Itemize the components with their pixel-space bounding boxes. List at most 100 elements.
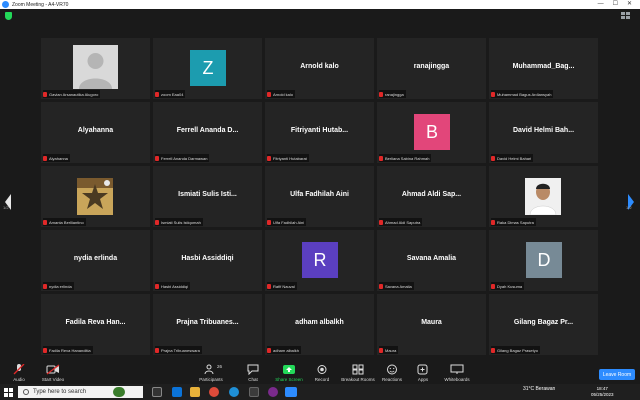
participant-tile[interactable]: nydia erlinda nydia erlinda bbox=[41, 230, 150, 291]
page-indicator-left: 1/2 bbox=[3, 205, 9, 210]
mic-muted-icon bbox=[155, 155, 159, 161]
window-controls: — ☐ ✕ bbox=[598, 0, 632, 9]
participant-label: adham albalkh bbox=[267, 346, 302, 354]
app-icon[interactable] bbox=[249, 387, 259, 397]
participant-tile[interactable]: Ulfa Fadhilah Aini Ulfa Fadhilah Aini bbox=[265, 166, 374, 227]
zoom-meeting-window: Zoom Meeting - A4-VR70 — ☐ ✕ 1/2 1/2 Gav… bbox=[0, 0, 640, 400]
participant-tile[interactable]: Fadila Reva Han... Fadila Reva Hananditi… bbox=[41, 294, 150, 355]
mic-muted-icon bbox=[43, 283, 47, 289]
minimize-button[interactable]: — bbox=[598, 0, 604, 9]
participants-button[interactable]: 26 Participants bbox=[189, 364, 233, 382]
participant-tile[interactable]: Amanta Berlliantino bbox=[41, 166, 150, 227]
participant-name: Arnold kalo bbox=[300, 63, 339, 70]
participant-tile[interactable]: Z zoom Eaa04 bbox=[153, 38, 262, 99]
chat-label: Chat bbox=[248, 377, 258, 382]
chrome-icon[interactable] bbox=[209, 387, 219, 397]
participant-label: Dyah Kusuma bbox=[491, 282, 525, 290]
participant-grid: Gavian Arsanautika Alugoro Z zoom Eaa04 … bbox=[41, 38, 599, 356]
participant-tile[interactable]: Ismiati Sulis Isti... Ismiati Sulis Isti… bbox=[153, 166, 262, 227]
mic-muted-icon bbox=[491, 283, 495, 289]
leave-room-button[interactable]: Leave Room bbox=[599, 369, 635, 380]
participant-tile[interactable]: Muhammad_Bag... Muhammad Bagus Ardiansya… bbox=[489, 38, 598, 99]
mic-muted-icon bbox=[379, 283, 383, 289]
participant-tile[interactable]: Alyahanna Alyahanna bbox=[41, 102, 150, 163]
chevron-right-icon[interactable] bbox=[626, 190, 636, 214]
participant-tile[interactable]: Savana Amalia Savana Amalia bbox=[377, 230, 486, 291]
mic-muted-icon bbox=[379, 219, 383, 225]
windows-taskbar: Type here to search 31°C Berawan 18:47 0… bbox=[0, 384, 640, 400]
participant-tile[interactable]: Maura Maura bbox=[377, 294, 486, 355]
participant-tile[interactable]: adham albalkh adham albalkh bbox=[265, 294, 374, 355]
participant-name: David Helmi Bah... bbox=[512, 127, 575, 134]
participant-name: Muhammad_Bag... bbox=[512, 63, 575, 70]
participant-tile[interactable]: Prajna Tribuanes... Prajna Tribuaneswara bbox=[153, 294, 262, 355]
start-video-button[interactable]: Start Video bbox=[31, 364, 75, 382]
participant-label: David Helmi Bahari bbox=[491, 154, 534, 162]
windows-start-icon[interactable] bbox=[4, 388, 13, 397]
mic-muted-icon bbox=[491, 219, 495, 225]
participant-tile[interactable]: R Rafif Nauval bbox=[265, 230, 374, 291]
participant-name: Alyahanna bbox=[77, 127, 114, 134]
participant-name: Ismiati Sulis Isti... bbox=[178, 191, 237, 198]
participant-label: zoom Eaa04 bbox=[155, 90, 186, 98]
participant-label: Ulfa Fadhilah Aini bbox=[267, 218, 307, 226]
mic-muted-icon bbox=[267, 91, 271, 97]
share-screen-label: Share Screen bbox=[275, 377, 303, 382]
mic-muted-icon bbox=[267, 219, 271, 225]
participant-tile[interactable]: Ahmad Aldi Sap... Ahmad Aldi Saputra bbox=[377, 166, 486, 227]
participant-tile[interactable]: David Helmi Bah... David Helmi Bahari bbox=[489, 102, 598, 163]
teams-app-icon[interactable] bbox=[172, 387, 182, 397]
participant-tile[interactable]: ranajingga ranajingga bbox=[377, 38, 486, 99]
mic-muted-icon bbox=[267, 283, 271, 289]
whiteboards-label: Whiteboards bbox=[444, 377, 470, 382]
file-explorer-icon[interactable] bbox=[190, 387, 200, 397]
reactions-icon bbox=[387, 364, 397, 375]
participant-tile[interactable]: Arnold kalo Arnold kalo bbox=[265, 38, 374, 99]
mic-muted-icon bbox=[155, 219, 159, 225]
participant-label: Alyahanna bbox=[43, 154, 70, 162]
participant-label: nydia erlinda bbox=[43, 282, 74, 290]
participant-label: Muhammad Bagus Ardiansyah bbox=[491, 90, 554, 98]
participant-tile[interactable]: B Berliana Sabina Rahmah bbox=[377, 102, 486, 163]
system-clock[interactable]: 18:47 05/25/2023 bbox=[591, 386, 614, 398]
participant-label: Amanta Berlliantino bbox=[43, 218, 86, 226]
participant-tile[interactable]: Raka Dimas Saputra bbox=[489, 166, 598, 227]
weather-status[interactable]: 31°C Berawan bbox=[523, 386, 555, 392]
chevron-left-icon[interactable] bbox=[3, 190, 13, 214]
zoom-taskbar-icon[interactable] bbox=[285, 387, 297, 397]
task-view-icon[interactable] bbox=[152, 387, 162, 397]
view-grid-icon[interactable] bbox=[620, 11, 632, 20]
participant-tile[interactable]: Ferrell Ananda D... Ferrell Ananda Darma… bbox=[153, 102, 262, 163]
mic-muted-icon bbox=[43, 347, 47, 353]
participant-label: Savana Amalia bbox=[379, 282, 414, 290]
whiteboards-button[interactable]: Whiteboards bbox=[435, 364, 479, 382]
participant-label: Prajna Tribuaneswara bbox=[155, 346, 202, 354]
chat-icon bbox=[247, 364, 259, 375]
participants-count: 26 bbox=[217, 364, 223, 369]
weather-widget-icon[interactable] bbox=[113, 387, 125, 397]
participant-name: Ferrell Ananda D... bbox=[176, 127, 239, 134]
mic-muted-icon bbox=[155, 91, 159, 97]
mic-muted-icon bbox=[379, 347, 383, 353]
title-bar: Zoom Meeting - A4-VR70 — ☐ ✕ bbox=[0, 0, 640, 9]
participant-tile[interactable]: D Dyah Kusuma bbox=[489, 230, 598, 291]
participant-tile[interactable]: Hasbi Assiddiqi Hasbi Assiddiqi bbox=[153, 230, 262, 291]
person-photo-avatar bbox=[525, 178, 561, 215]
participant-label: Fadila Reva Hananditia bbox=[43, 346, 93, 354]
edge-icon[interactable] bbox=[229, 387, 239, 397]
shield-icon[interactable] bbox=[5, 12, 12, 20]
participant-name: Ahmad Aldi Sap... bbox=[401, 191, 462, 198]
page-indicator-right: 1/2 bbox=[626, 205, 632, 210]
avatar: D bbox=[526, 242, 562, 278]
star-photo-avatar bbox=[77, 178, 113, 215]
start-video-label: Start Video bbox=[41, 377, 65, 382]
app-icon[interactable] bbox=[268, 387, 278, 397]
participant-name: Savana Amalia bbox=[406, 255, 457, 262]
mic-muted-icon bbox=[379, 91, 383, 97]
maximize-button[interactable]: ☐ bbox=[613, 0, 618, 9]
close-button[interactable]: ✕ bbox=[627, 0, 632, 9]
participant-label: Gavian Arsanautika Alugoro bbox=[43, 90, 101, 98]
participant-tile[interactable]: Gavian Arsanautika Alugoro bbox=[41, 38, 150, 99]
participant-tile[interactable]: Fitriyanti Hutab... Fitriyanti Hutabarat bbox=[265, 102, 374, 163]
participant-tile[interactable]: Gilang Bagaz Pr... Gilang Bagaz Prasetyo bbox=[489, 294, 598, 355]
